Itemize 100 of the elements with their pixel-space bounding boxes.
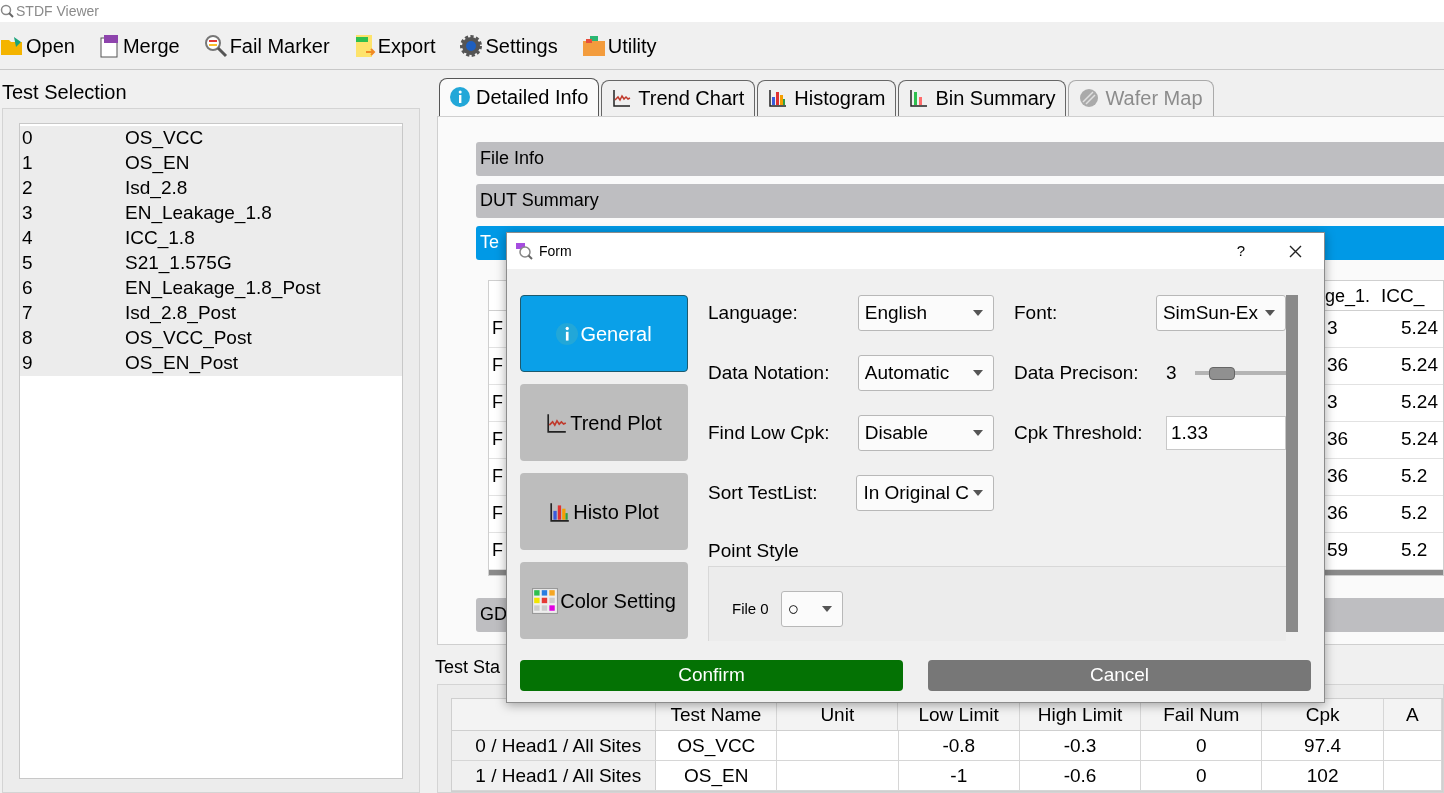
- table-cell-text: F: [491, 502, 504, 526]
- color-grid-icon: [532, 587, 559, 614]
- help-button[interactable]: ?: [1236, 239, 1245, 263]
- scrollbar[interactable]: [1286, 295, 1298, 632]
- confirm-button[interactable]: Confirm: [520, 660, 903, 691]
- setting-label: Language:: [708, 300, 799, 325]
- test-list-item[interactable]: 7 Isd_2.8_Post: [20, 301, 402, 326]
- toolbar-button[interactable]: Open: [0, 30, 75, 61]
- magnifier-icon: [203, 33, 228, 58]
- bar-chart-icon: [768, 88, 789, 109]
- slider-track[interactable]: [1194, 366, 1286, 380]
- column-header: A: [1383, 699, 1442, 730]
- toolbar-button[interactable]: Utility: [581, 30, 657, 61]
- nav-button[interactable]: Histo Plot: [520, 473, 688, 550]
- caret-icon: [973, 430, 983, 436]
- toolbar-button[interactable]: Export: [353, 30, 436, 61]
- table-cell-text: F: [491, 539, 504, 563]
- table-cell-text: F: [491, 428, 504, 452]
- dropdown[interactable]: In Original C: [856, 475, 994, 511]
- table-cell: -1: [898, 761, 1020, 790]
- table-cell-text: 36: [1326, 501, 1350, 526]
- table-cell: OS_EN: [656, 761, 778, 790]
- tab[interactable]: Trend Chart: [601, 79, 756, 116]
- test-list-item[interactable]: 0 OS_VCC: [20, 126, 402, 151]
- table-cell: 0: [1141, 731, 1263, 760]
- tab[interactable]: Histogram: [757, 79, 897, 116]
- toolbar-button[interactable]: Settings: [459, 30, 558, 61]
- table-cell-text: 36: [1326, 464, 1350, 489]
- table-cell-text: F: [491, 391, 504, 415]
- input-field[interactable]: 1.33: [1166, 416, 1286, 450]
- magnifier-icon: [515, 242, 533, 260]
- table-cell-text: 5.24: [1400, 390, 1439, 415]
- table-cell-text: 5.24: [1400, 427, 1439, 452]
- table-cell-text: 5.2: [1400, 464, 1429, 489]
- setting-label: Find Low Cpk:: [708, 420, 831, 445]
- toolbar-button[interactable]: Fail Marker: [203, 30, 330, 61]
- test-list-item[interactable]: 1 OS_EN: [20, 151, 402, 176]
- caret-icon: [973, 370, 983, 376]
- toolbar-button[interactable]: Merge: [98, 30, 180, 61]
- test-list-item[interactable]: 5 S21_1.575G: [20, 251, 402, 276]
- table-cell: OS_VCC: [656, 731, 778, 760]
- bar-chart-icon: [549, 500, 572, 523]
- test-list-item[interactable]: 2 Isd_2.8: [20, 176, 402, 201]
- setting-label: Sort TestList:: [708, 480, 819, 505]
- line-chart-icon: [612, 88, 633, 109]
- table-cell: 102: [1262, 761, 1384, 790]
- table-cell-text: F: [491, 317, 504, 341]
- caret-icon: [821, 606, 832, 612]
- table-cell-text: 5.24: [1400, 353, 1439, 378]
- table-cell-text: 3: [1326, 316, 1339, 341]
- table-cell: -0.6: [1019, 761, 1142, 790]
- column-header: ICC_: [1380, 283, 1426, 309]
- test-list-item[interactable]: 6 EN_Leakage_1.8_Post: [20, 276, 402, 301]
- dropdown[interactable]: SimSun-Ex: [1155, 295, 1286, 331]
- section-header[interactable]: File Info: [476, 141, 1444, 176]
- setting-label: Cpk Threshold:: [1014, 420, 1144, 445]
- toolbox-icon: [581, 33, 606, 58]
- test-list-item[interactable]: 3 EN_Leakage_1.8: [20, 201, 402, 226]
- test-list-item[interactable]: 4 ICC_1.8: [20, 226, 402, 251]
- table-cell-text: 3: [1326, 390, 1339, 415]
- row-header: 0 / Head1 / All Sites: [452, 731, 657, 760]
- close-icon[interactable]: [1289, 244, 1302, 258]
- settings-icon: [459, 33, 484, 58]
- test-list-item[interactable]: 9 OS_EN_Post: [20, 351, 402, 376]
- column-header: ge_1.: [1325, 284, 1371, 309]
- file-label: File 0: [732, 598, 769, 619]
- dropdown[interactable]: Disable: [857, 415, 994, 451]
- dropdown[interactable]: Automatic: [857, 355, 994, 391]
- dropdown[interactable]: English: [857, 295, 994, 331]
- section-header[interactable]: DUT Summary: [476, 183, 1444, 218]
- row-header: 1 / Head1 / All Sites: [452, 761, 657, 790]
- line-chart-icon: [546, 411, 569, 434]
- cancel-button[interactable]: Cancel: [928, 660, 1311, 691]
- spreadsheet-icon: [353, 33, 376, 58]
- table-cell: -0.8: [898, 731, 1020, 760]
- table-cell: 0: [1141, 761, 1263, 790]
- tab[interactable]: Bin Summary: [898, 79, 1067, 116]
- test-list-item[interactable]: 8 OS_VCC_Post: [20, 326, 402, 351]
- info-icon: [450, 87, 470, 108]
- window-title: STDF Viewer: [16, 1, 99, 21]
- table-cell-text: 5.2: [1400, 538, 1429, 563]
- nav-button[interactable]: Color Setting: [520, 562, 688, 639]
- caret-icon: [1265, 310, 1275, 316]
- caret-icon: [973, 490, 983, 496]
- dropdown[interactable]: ○: [780, 591, 843, 627]
- slider-thumb[interactable]: [1209, 366, 1235, 380]
- setting-label: Data Notation:: [708, 360, 831, 385]
- info-icon: [556, 322, 579, 345]
- table-cell-text: F: [491, 354, 504, 378]
- setting-label: Font:: [1014, 300, 1059, 325]
- dialog-title: Form: [539, 241, 572, 261]
- tab[interactable]: Detailed Info: [439, 77, 600, 116]
- wafer-icon: [1079, 88, 1100, 109]
- slider-value: 3: [1166, 360, 1177, 385]
- table-cell: 97.4: [1262, 731, 1384, 760]
- table-cell-text: 36: [1326, 427, 1350, 452]
- bar-chart-icon: [909, 88, 930, 109]
- table-cell-text: 36: [1326, 353, 1350, 378]
- table-cell-text: F: [491, 465, 504, 489]
- nav-button[interactable]: Trend Plot: [520, 384, 688, 461]
